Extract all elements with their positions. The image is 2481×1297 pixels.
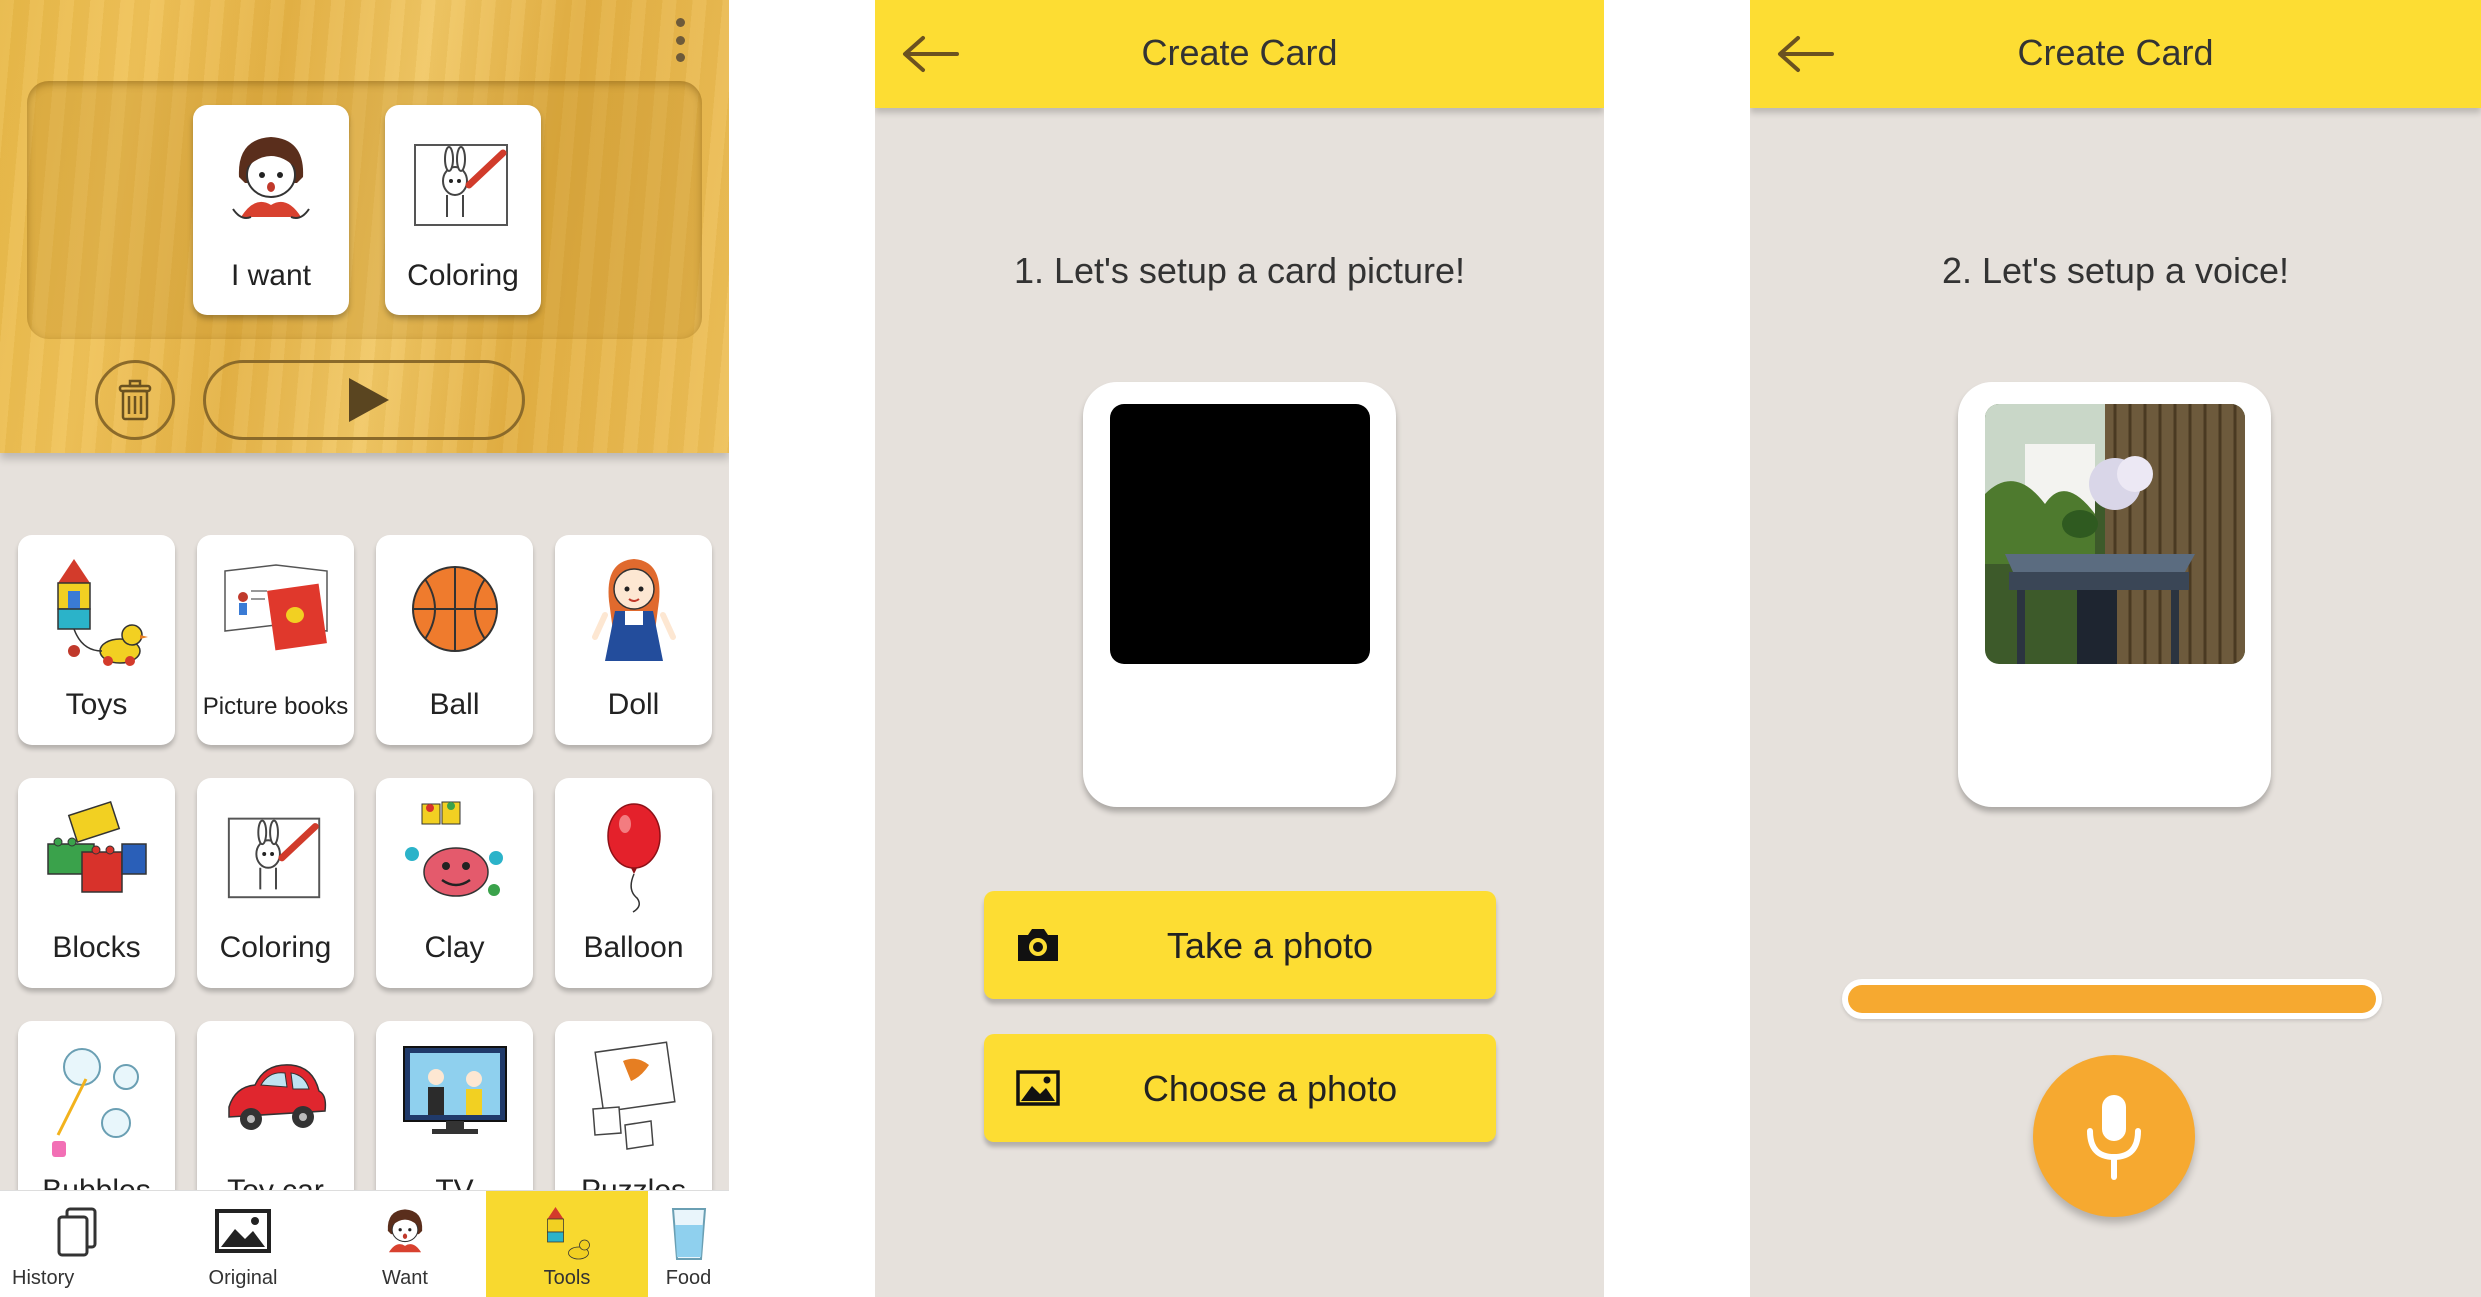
- play-sentence-button[interactable]: [203, 360, 525, 440]
- step-instruction: 1. Let's setup a card picture!: [1013, 250, 1466, 291]
- girl-want-icon: [387, 1209, 423, 1253]
- tab-label: History: [12, 1267, 75, 1289]
- card-board-screen: I want Coloring Toys Picture books Ball …: [0, 0, 729, 1297]
- card-label: Clay: [424, 931, 485, 964]
- step-instruction: 2. Let's setup a voice!: [1941, 250, 2290, 291]
- card-label: Doll: [607, 688, 660, 721]
- choose-photo-label: Choose a photo: [1142, 1068, 1398, 1109]
- garden-photo: [1985, 404, 2245, 664]
- rabbit-coloring-icon: [227, 817, 321, 899]
- page-title: Create Card: [1141, 32, 1338, 73]
- card-balloon[interactable]: Balloon: [555, 778, 712, 988]
- card-label: Ball: [429, 688, 480, 721]
- history-cards-icon: [57, 1207, 97, 1257]
- recording-progress-fill: [1848, 985, 2376, 1013]
- picture-books-icon: [224, 564, 328, 651]
- card-doll[interactable]: Doll: [555, 535, 712, 745]
- tab-food[interactable]: Food: [648, 1191, 729, 1297]
- card-ball[interactable]: Ball: [376, 535, 533, 745]
- sentence-card-label: Coloring: [407, 259, 519, 292]
- image-icon: [215, 1209, 271, 1253]
- card-label: Toys: [65, 688, 128, 721]
- balloon-icon: [607, 803, 661, 913]
- more-menu-icon[interactable]: [668, 18, 692, 62]
- card-photo-placeholder[interactable]: [1110, 404, 1370, 664]
- sentence-card-i-want[interactable]: I want: [193, 105, 349, 315]
- create-card-picture-screen: Create Card 1. Let's setup a card pictur…: [875, 0, 1604, 1297]
- card-label: Picture books: [202, 693, 349, 720]
- tab-original[interactable]: Original: [162, 1191, 324, 1297]
- take-photo-label: Take a photo: [1166, 925, 1374, 966]
- card-clay[interactable]: Clay: [376, 778, 533, 988]
- choose-photo-button[interactable]: Choose a photo: [984, 1034, 1496, 1142]
- blocks-icon: [47, 800, 147, 893]
- tab-label: Original: [208, 1267, 278, 1289]
- microphone-icon: [2087, 1095, 2141, 1180]
- app-header: Create Card: [875, 0, 1604, 108]
- card-photo: [1985, 404, 2245, 664]
- card-label: Coloring: [219, 931, 332, 964]
- recording-progress-bar: [1842, 979, 2382, 1019]
- doll-icon: [592, 559, 676, 661]
- clay-icon: [405, 801, 503, 897]
- bottom-tab-bar: History Original Want Tools Food: [0, 1190, 729, 1297]
- page-title: Create Card: [2017, 32, 2214, 73]
- toy-car-icon: [228, 1064, 327, 1130]
- card-picture-books[interactable]: Picture books: [197, 535, 354, 745]
- card-blocks[interactable]: Blocks: [18, 778, 175, 988]
- app-header: Create Card: [1750, 0, 2481, 108]
- tab-tools[interactable]: Tools: [486, 1191, 648, 1297]
- puzzle-icon: [592, 1041, 676, 1150]
- record-voice-button[interactable]: [2033, 1055, 2195, 1217]
- tv-icon: [403, 1046, 507, 1134]
- tab-want[interactable]: Want: [324, 1191, 486, 1297]
- sentence-card-label: I want: [230, 259, 312, 292]
- tab-label: Food: [665, 1267, 712, 1289]
- sentence-tray: [27, 81, 702, 339]
- bubbles-icon: [52, 1048, 139, 1157]
- sentence-board: I want Coloring: [0, 0, 729, 453]
- create-card-voice-screen: Create Card 2. Let's setup a voice!: [1750, 0, 2481, 1297]
- water-glass-icon: [671, 1208, 706, 1260]
- basketball-icon: [412, 566, 498, 652]
- card-label: Blocks: [52, 931, 141, 964]
- tab-label: Tools: [543, 1267, 591, 1289]
- play-icon: [349, 378, 389, 422]
- card-preview: [1958, 382, 2271, 807]
- sentence-card-coloring[interactable]: Coloring: [385, 105, 541, 315]
- delete-button[interactable]: [95, 360, 175, 440]
- card-label: Balloon: [583, 931, 684, 964]
- card-toys[interactable]: Toys: [18, 535, 175, 745]
- take-photo-button[interactable]: Take a photo: [984, 891, 1496, 999]
- girl-want-icon: [232, 137, 310, 219]
- trash-icon: [118, 379, 152, 421]
- card-coloring[interactable]: Coloring: [197, 778, 354, 988]
- tab-label: Want: [382, 1267, 428, 1289]
- rabbit-coloring-icon: [414, 144, 508, 226]
- card-preview: [1083, 382, 1396, 807]
- toys-icon: [57, 559, 148, 666]
- toys-icon: [547, 1207, 590, 1260]
- tab-history[interactable]: History: [0, 1191, 162, 1297]
